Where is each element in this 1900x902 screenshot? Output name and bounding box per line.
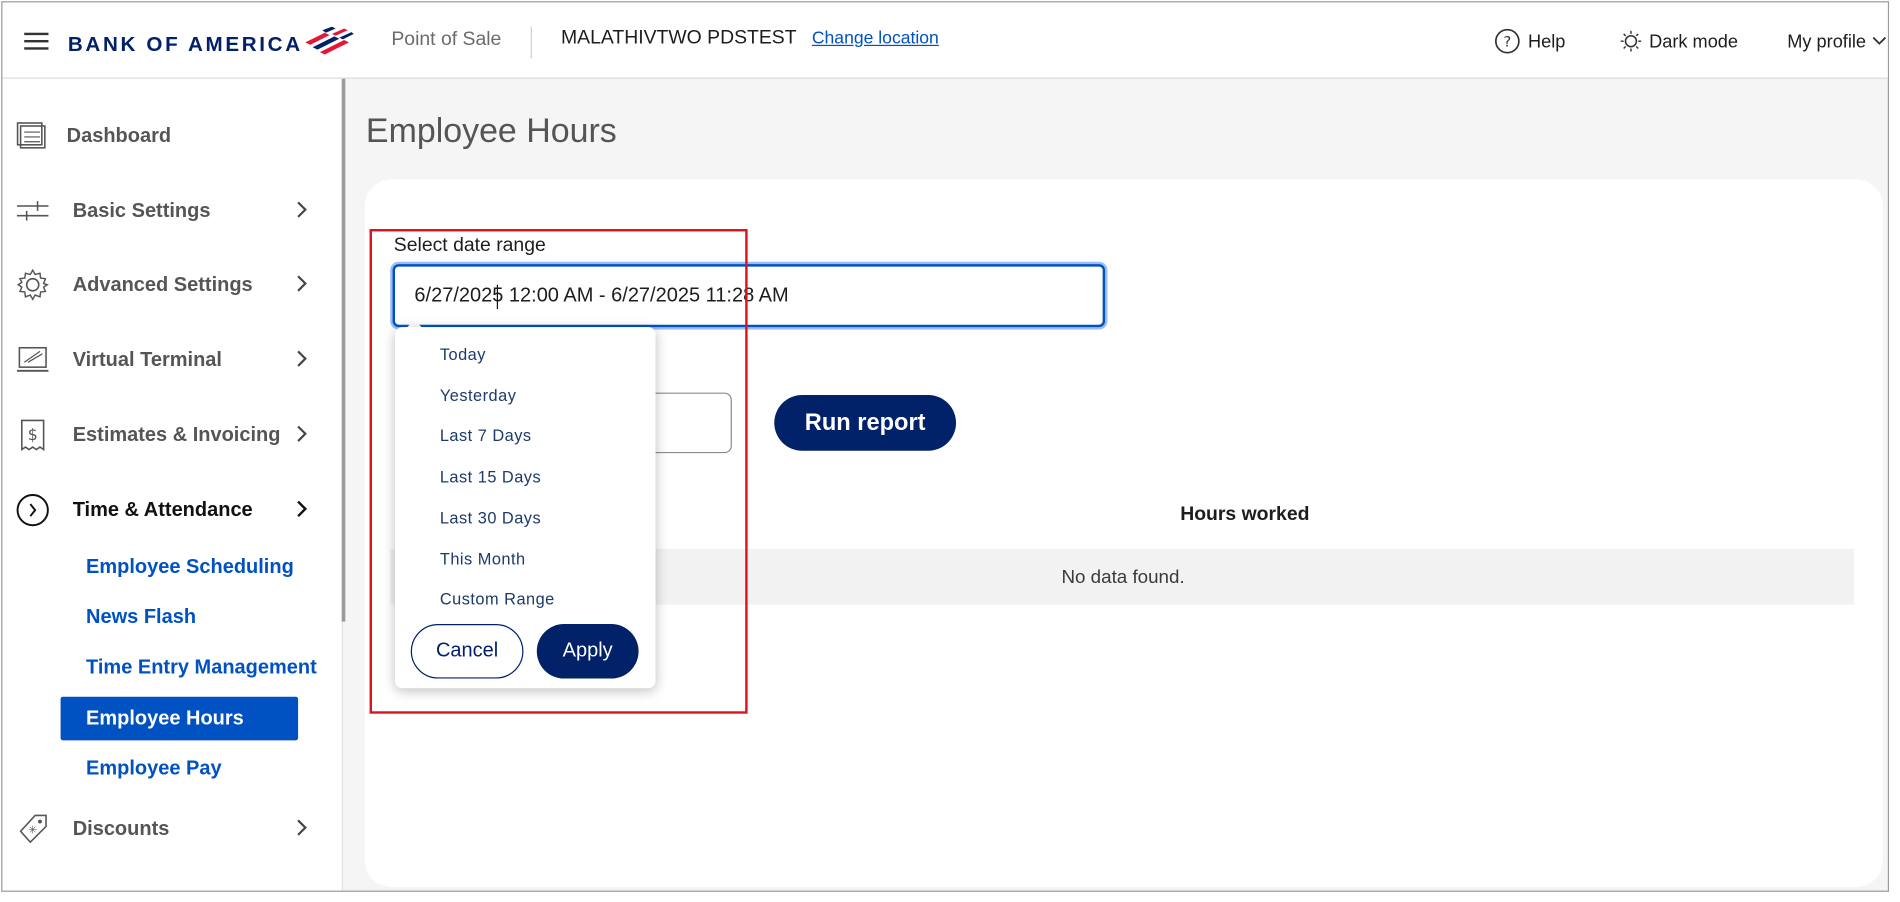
sidebar-item-time-attendance[interactable]: Time & Attendance	[15, 486, 330, 534]
sidebar-sub-employee-scheduling[interactable]: Employee Scheduling	[61, 545, 294, 589]
sidebar-item-estimates-invoicing[interactable]: $ Estimates & Invoicing	[15, 411, 330, 459]
sidebar-sub-employee-pay[interactable]: Employee Pay	[61, 746, 222, 790]
terminal-icon	[15, 342, 51, 378]
sidebar-item-discounts[interactable]: ✳ Discounts	[15, 805, 330, 853]
merchant-name: MALATHIVTWO PDSTEST	[561, 27, 797, 49]
header-divider	[530, 26, 532, 59]
svg-text:✳: ✳	[28, 824, 37, 837]
help-button[interactable]: ? Help	[1494, 27, 1565, 56]
help-icon: ?	[1494, 28, 1520, 54]
help-label: Help	[1527, 30, 1566, 52]
profile-label: My profile	[1787, 30, 1867, 52]
hamburger-menu-icon[interactable]	[24, 32, 49, 50]
change-location-link[interactable]: Change location	[812, 29, 939, 48]
sidebar-item-advanced-settings[interactable]: Advanced Settings	[15, 261, 330, 309]
sidebar-item-label: Dashboard	[66, 124, 172, 147]
sidebar-item-label: Basic Settings	[72, 199, 211, 222]
app-name: Point of Sale	[391, 29, 502, 50]
run-report-button[interactable]: Run report	[774, 395, 957, 451]
no-data-message: No data found.	[1061, 567, 1185, 588]
range-option-yesterday[interactable]: Yesterday	[440, 387, 517, 405]
sidebar-scrollbar[interactable]	[341, 78, 346, 622]
top-header: BANK OF AMERICA Point of Sale MALATHIVTW…	[2, 2, 1888, 79]
svg-text:$: $	[28, 425, 38, 444]
sidebar-item-label: Discounts	[72, 817, 170, 840]
invoice-icon: $	[15, 417, 51, 453]
sliders-icon	[15, 193, 51, 229]
sidebar-sub-news-flash[interactable]: News Flash	[61, 595, 196, 639]
sidebar-item-label: Time & Attendance	[72, 498, 253, 521]
tag-icon: ✳	[15, 811, 51, 847]
text-caret	[496, 284, 499, 309]
cancel-button[interactable]: Cancel	[410, 624, 524, 679]
sidebar-sub-time-entry-management[interactable]: Time Entry Management	[61, 646, 317, 690]
range-option-custom[interactable]: Custom Range	[440, 590, 555, 608]
app-window: BANK OF AMERICA Point of Sale MALATHIVTW…	[1, 1, 1890, 892]
chevron-right-icon	[297, 425, 307, 442]
flag-logo-icon	[305, 26, 354, 55]
hours-worked-header: Hours worked	[1180, 504, 1310, 525]
dark-mode-toggle[interactable]: Dark mode	[1620, 27, 1738, 56]
svg-text:?: ?	[1503, 35, 1511, 51]
sidebar-item-dashboard[interactable]: Dashboard	[15, 111, 330, 159]
apply-button[interactable]: Apply	[536, 624, 639, 679]
profile-menu[interactable]: My profile	[1787, 27, 1887, 56]
sun-icon	[1620, 30, 1642, 52]
sidebar-item-label: Estimates & Invoicing	[72, 423, 281, 446]
sidebar-item-label: Virtual Terminal	[72, 348, 222, 371]
brand-logo-text: BANK OF AMERICA	[67, 32, 303, 56]
range-option-today[interactable]: Today	[440, 345, 486, 363]
sidebar-item-virtual-terminal[interactable]: Virtual Terminal	[15, 336, 330, 384]
date-range-dropdown: Today Yesterday Last 7 Days Last 15 Days…	[395, 327, 656, 689]
dark-mode-label: Dark mode	[1649, 30, 1739, 52]
range-option-this-month[interactable]: This Month	[440, 550, 526, 568]
gear-icon	[15, 267, 51, 303]
chevron-right-icon	[297, 201, 307, 218]
sidebar-sub-employee-hours[interactable]: Employee Hours	[60, 696, 299, 741]
chevron-right-icon	[297, 500, 308, 518]
sidebar-item-basic-settings[interactable]: Basic Settings	[15, 187, 330, 235]
date-range-label: Select date range	[393, 235, 546, 256]
chevron-right-icon	[297, 350, 307, 367]
chevron-right-icon	[297, 819, 307, 836]
page-title: Employee Hours	[365, 111, 617, 150]
chevron-right-icon	[297, 275, 307, 292]
range-option-last-15-days[interactable]: Last 15 Days	[440, 468, 541, 486]
range-option-last-7-days[interactable]: Last 7 Days	[440, 427, 532, 445]
sidebar-item-label: Advanced Settings	[72, 273, 253, 296]
chevron-down-icon	[1872, 36, 1887, 45]
dashboard-icon	[15, 118, 51, 154]
clock-icon	[15, 492, 51, 528]
date-range-input[interactable]: 6/27/2025 12:00 AM - 6/27/2025 11:28 AM	[392, 264, 1106, 328]
range-option-last-30-days[interactable]: Last 30 Days	[440, 509, 541, 527]
